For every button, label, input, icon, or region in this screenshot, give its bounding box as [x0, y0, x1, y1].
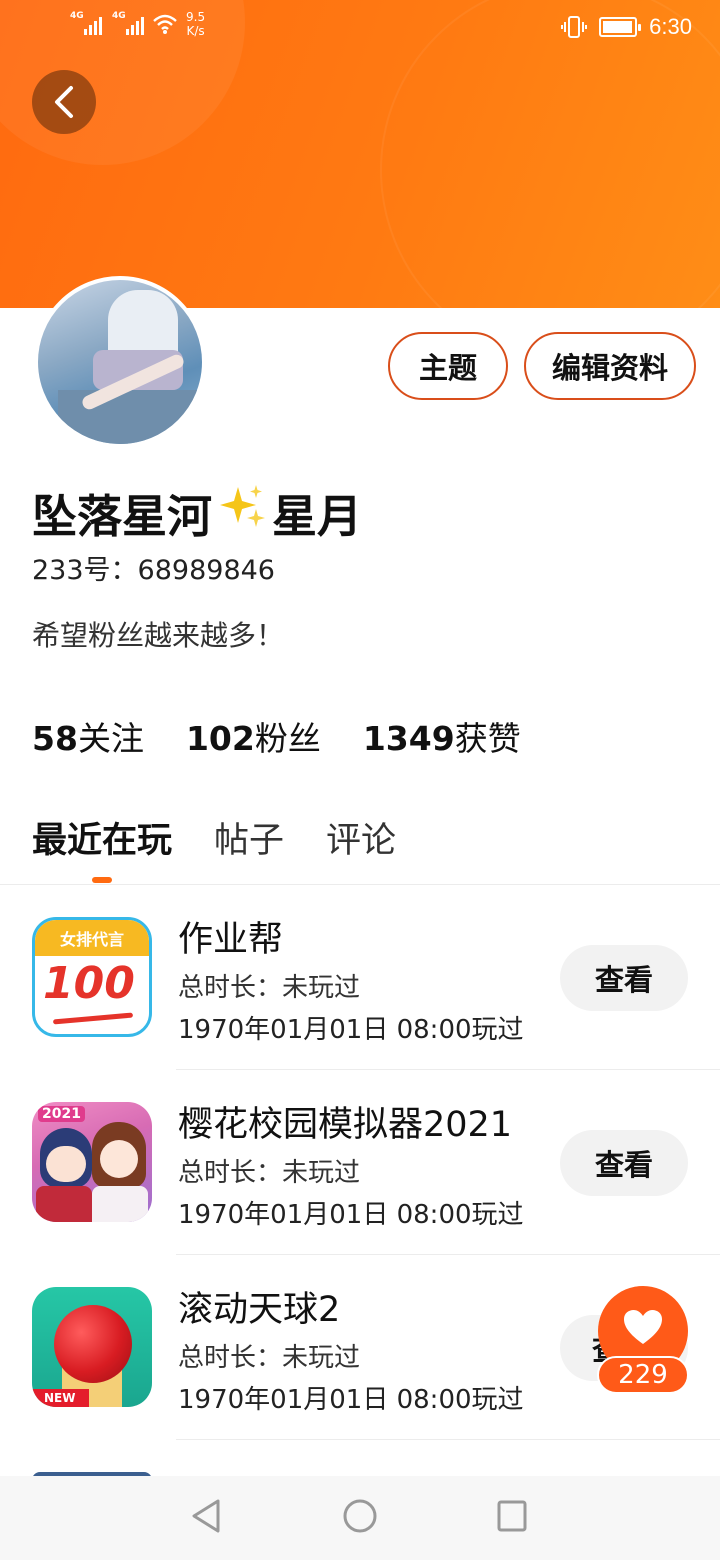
bio: 希望粉丝越来越多！ — [32, 619, 285, 652]
theme-button[interactable]: 主题 — [388, 332, 508, 400]
back-triangle-icon[interactable] — [190, 1498, 222, 1534]
network-speed: 9.5 K/s — [186, 10, 206, 38]
play-duration: 总时长：未玩过 — [178, 973, 361, 1003]
edit-profile-button[interactable]: 编辑资料 — [524, 332, 696, 400]
signal-icon: 4G — [112, 11, 144, 35]
network-type-label: 4G — [70, 11, 84, 21]
user-id: 233号：68989846 — [32, 555, 275, 586]
last-played: 1970年01月01日 08:00玩过 — [178, 1200, 524, 1230]
heart-icon — [624, 1310, 662, 1344]
sparkles-icon — [218, 483, 266, 542]
view-button[interactable]: 查看 — [560, 945, 688, 1011]
back-button[interactable] — [32, 70, 96, 134]
tab-posts[interactable]: 帖子 — [214, 812, 284, 863]
game-title: 滚动天球2 — [178, 1290, 341, 1330]
chevron-left-icon — [55, 86, 73, 118]
profile-name: 坠落星河 星月 — [32, 480, 362, 545]
app-icon-sakura-school: 2021 — [32, 1102, 152, 1222]
tab-indicator — [92, 877, 112, 883]
list-item[interactable]: 女排代言 100 作业帮 总时长：未玩过 1970年01月01日 08:00玩过… — [0, 885, 720, 1070]
theme-button-label: 主题 — [418, 351, 477, 385]
stat-fans[interactable]: 102粉丝 — [186, 712, 321, 760]
clock: 6:30 — [649, 14, 692, 39]
status-bar: 4G 4G 9.5 K/s 6:30 — [0, 0, 720, 56]
stat-following[interactable]: 58关注 — [32, 712, 144, 760]
app-icon-zuoyebang: 女排代言 100 — [32, 917, 152, 1037]
last-played: 1970年01月01日 08:00玩过 — [178, 1385, 524, 1415]
game-title: 樱花校园模拟器2021 — [178, 1105, 513, 1145]
wifi-icon — [152, 13, 178, 35]
signal-icon: 4G — [70, 11, 102, 35]
view-button[interactable]: 查看 — [560, 1130, 688, 1196]
name-text: 坠落星河 — [32, 490, 213, 543]
battery-icon — [599, 17, 642, 37]
stat-likes[interactable]: 1349获赞 — [363, 712, 521, 760]
recents-square-icon[interactable] — [496, 1498, 528, 1534]
tab-recently-played[interactable]: 最近在玩 — [32, 812, 172, 863]
play-duration: 总时长：未玩过 — [178, 1343, 361, 1373]
vibrate-icon — [561, 16, 588, 38]
home-circle-icon[interactable] — [342, 1498, 378, 1534]
network-type-label: 4G — [112, 11, 126, 21]
system-nav-bar — [0, 1476, 720, 1560]
profile-stats: 58关注 102粉丝 1349获赞 — [32, 712, 521, 760]
like-count: 229 — [597, 1356, 689, 1394]
divider — [176, 1439, 720, 1440]
list-item[interactable]: 2021 樱花校园模拟器2021 总时长：未玩过 1970年01月01日 08:… — [0, 1070, 720, 1255]
game-title: 作业帮 — [178, 920, 284, 960]
tab-bar: 最近在玩 帖子 评论 — [32, 812, 396, 863]
name-text: 星月 — [272, 490, 363, 543]
edit-profile-label: 编辑资料 — [551, 351, 668, 385]
app-icon-rolling-sky: NEW — [32, 1287, 152, 1407]
tab-comments[interactable]: 评论 — [326, 812, 396, 863]
play-duration: 总时长：未玩过 — [178, 1158, 361, 1188]
last-played: 1970年01月01日 08:00玩过 — [178, 1015, 524, 1045]
avatar[interactable] — [34, 276, 206, 448]
